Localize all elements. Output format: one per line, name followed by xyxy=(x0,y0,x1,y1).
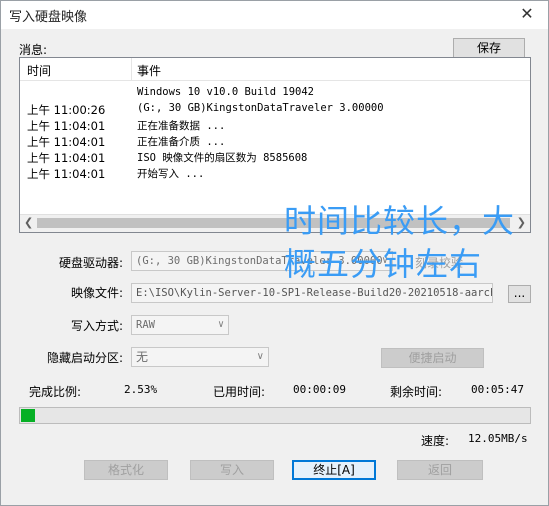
column-header-event[interactable]: 事件 xyxy=(137,62,161,79)
remaining-time-label: 剩余时间: xyxy=(390,385,443,399)
log-header: 时间 事件 xyxy=(20,58,530,81)
messages-label: 消息: xyxy=(19,43,48,57)
log-row-time: 上午 11:04:01 xyxy=(27,135,106,149)
format-button[interactable]: 格式化 xyxy=(84,460,168,480)
close-icon[interactable]: ✕ xyxy=(516,4,538,23)
completion-label: 完成比例: xyxy=(29,385,82,399)
remaining-time-value: 00:05:47 xyxy=(471,383,524,396)
log-row-time: 上午 11:00:26 xyxy=(27,103,106,117)
log-row: 上午 11:04:01 开始写入 ... xyxy=(20,166,530,182)
browse-button[interactable]: ... xyxy=(508,285,531,303)
column-header-time[interactable]: 时间 xyxy=(27,62,51,79)
log-row-event: 正在准备数据 ... xyxy=(137,120,226,132)
drive-label: 硬盘驱动器: xyxy=(59,256,124,270)
log-row-event: (G:, 30 GB)KingstonDataTraveler 3.00000 xyxy=(137,102,384,114)
write-method-select[interactable]: RAW ∨ xyxy=(131,315,229,335)
log-row-time: 上午 11:04:01 xyxy=(27,119,106,133)
save-button[interactable]: 保存 xyxy=(453,38,525,58)
log-row-event: ISO 映像文件的扇区数为 8585608 xyxy=(137,152,308,164)
write-disk-image-dialog: 写入硬盘映像 ✕ 消息: 保存 时间 事件 Windows 10 v10.0 B… xyxy=(0,0,549,506)
column-divider xyxy=(131,58,132,80)
image-file-input[interactable]: E:\ISO\Kylin-Server-10-SP1-Release-Build… xyxy=(131,283,493,303)
completion-value: 2.53% xyxy=(124,383,158,396)
elapsed-time-value: 00:00:09 xyxy=(293,383,346,396)
scroll-right-icon[interactable]: ❯ xyxy=(517,216,526,229)
log-row: 上午 11:00:26 (G:, 30 GB)KingstonDataTrave… xyxy=(20,102,530,118)
title-bar: 写入硬盘映像 ✕ xyxy=(1,1,548,29)
speed-label: 速度: xyxy=(421,434,450,448)
write-method-value: RAW xyxy=(136,319,155,331)
quick-boot-button[interactable]: 便捷启动 xyxy=(381,348,484,368)
log-row: 上午 11:04:01 正在准备介质 ... xyxy=(20,134,530,150)
annotation-line-1: 时间比较长，大 xyxy=(284,202,516,240)
log-row: 上午 11:04:01 正在准备数据 ... xyxy=(20,118,530,134)
annotation-line-2: 概五分钟左右 xyxy=(284,245,483,283)
write-button[interactable]: 写入 xyxy=(190,460,274,480)
write-method-label: 写入方式: xyxy=(71,319,124,333)
window-title: 写入硬盘映像 xyxy=(9,10,88,25)
log-row: Windows 10 v10.0 Build 19042 xyxy=(20,86,530,102)
abort-button[interactable]: 终止[A] xyxy=(292,460,376,480)
log-row-event: 正在准备介质 ... xyxy=(137,136,226,148)
speed-value: 12.05MB/s xyxy=(468,432,528,445)
log-row-event: 开始写入 ... xyxy=(137,168,205,180)
hidden-boot-partition-label: 隐藏启动分区: xyxy=(47,351,124,365)
log-row-time: 上午 11:04:01 xyxy=(27,167,106,181)
scroll-left-icon[interactable]: ❮ xyxy=(24,216,33,229)
image-file-label: 映像文件: xyxy=(71,286,124,300)
hidden-boot-partition-select[interactable]: 无 ∨ xyxy=(131,347,269,367)
write-progress-bar xyxy=(19,407,531,424)
chevron-down-icon: ∨ xyxy=(256,351,264,362)
log-row: 上午 11:04:01 ISO 映像文件的扇区数为 8585608 xyxy=(20,150,530,166)
log-row-event: Windows 10 v10.0 Build 19042 xyxy=(137,86,315,98)
log-row-time: 上午 11:04:01 xyxy=(27,151,106,165)
chevron-down-icon: ∨ xyxy=(217,319,224,330)
progress-fill xyxy=(21,409,35,422)
elapsed-time-label: 已用时间: xyxy=(213,385,266,399)
hidden-boot-partition-value: 无 xyxy=(136,350,149,364)
back-button[interactable]: 返回 xyxy=(397,460,483,480)
